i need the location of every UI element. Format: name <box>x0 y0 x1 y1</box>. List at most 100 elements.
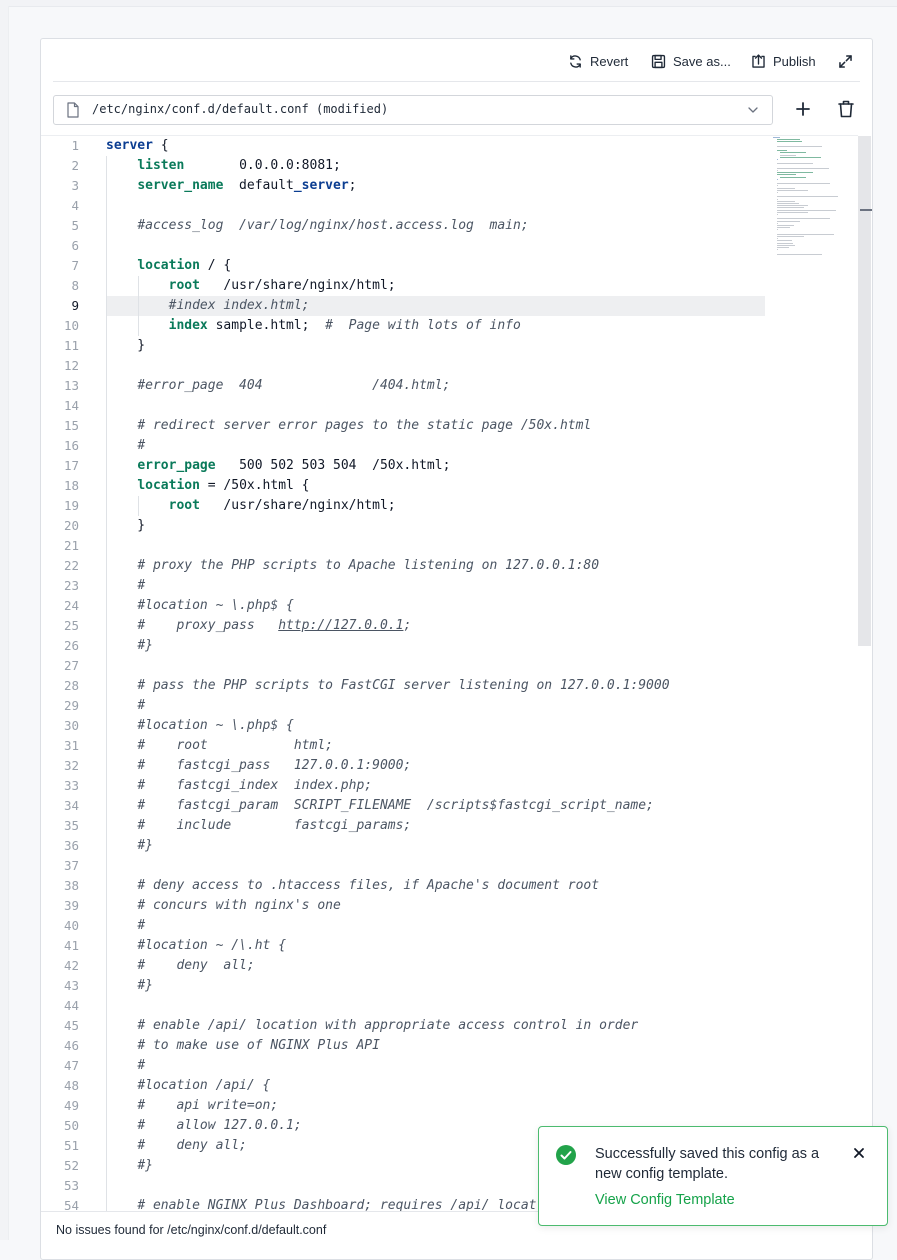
line-code: location = /50x.html { <box>137 478 310 493</box>
line-number: 9 <box>71 298 79 313</box>
code-line: 15 # redirect server error pages to the … <box>41 416 858 436</box>
minimap-line <box>776 187 795 189</box>
minimap-line <box>776 242 793 244</box>
minimap-line <box>776 211 809 213</box>
minimap-line <box>776 159 778 160</box>
minimap-line <box>776 236 805 237</box>
minimap-line <box>776 225 794 226</box>
close-icon[interactable] <box>851 1145 867 1161</box>
code-line: 47 # <box>41 1056 858 1076</box>
expand-button[interactable] <box>837 51 854 71</box>
file-path: /etc/nginx/conf.d/default.conf (modified… <box>92 102 389 116</box>
code-line: 1 server { <box>41 136 858 156</box>
line-number: 51 <box>63 1138 79 1153</box>
line-code: # <box>137 698 146 713</box>
minimap-line <box>776 203 800 204</box>
code-minimap[interactable] <box>771 135 861 295</box>
line-code: # include fastcgi_params; <box>137 818 412 833</box>
line-number: 28 <box>63 678 79 693</box>
line-number: 46 <box>63 1038 79 1053</box>
revert-button[interactable]: Revert <box>567 51 628 71</box>
line-code: #location /api/ { <box>137 1078 271 1093</box>
chevron-down-icon <box>748 107 758 113</box>
line-code: # <box>137 918 146 933</box>
code-line: 6 <box>41 236 858 256</box>
line-code: index sample.html; # Page with lots of i… <box>168 318 521 333</box>
line-number: 45 <box>63 1018 79 1033</box>
line-code: # concurs with nginx's one <box>137 898 341 913</box>
config-editor-panel: Revert Save as... Publish /etc/nginx/con… <box>40 38 873 1260</box>
code-line: 13 #error_page 404 /404.html; <box>41 376 858 396</box>
line-number: 43 <box>63 978 79 993</box>
view-config-template-link[interactable]: View Config Template <box>595 1192 735 1208</box>
minimap-line <box>776 218 830 220</box>
code-line: 19 root /usr/share/nginx/html; <box>41 496 858 516</box>
minimap-line <box>776 253 823 255</box>
code-line: 36 #} <box>41 836 858 856</box>
line-code: # deny all; <box>137 1138 247 1153</box>
minimap-line <box>776 227 791 229</box>
line-code: # deny all; <box>137 958 255 973</box>
line-code: location / { <box>137 258 232 273</box>
minimap-line <box>776 207 804 209</box>
minimap-line <box>776 174 797 176</box>
revert-icon <box>570 54 581 68</box>
delete-file-icon[interactable] <box>837 99 855 119</box>
code-line: 48 #location /api/ { <box>41 1076 858 1096</box>
line-number: 4 <box>71 198 79 213</box>
code-line: 20 } <box>41 516 858 536</box>
save-as-button[interactable]: Save as... <box>650 51 731 71</box>
line-code: # <box>137 578 146 593</box>
line-number: 24 <box>63 598 79 613</box>
code-line: 9 #index index.html; <box>41 296 858 316</box>
line-number: 35 <box>63 818 79 833</box>
toast-message: Successfully saved this config as a new … <box>595 1146 820 1182</box>
line-number: 32 <box>63 758 79 773</box>
minimap-line <box>780 176 807 178</box>
line-code: listen 0.0.0.0:8081; <box>137 158 341 173</box>
line-number: 34 <box>63 798 79 813</box>
code-line: 26 #} <box>41 636 858 656</box>
save-as-label: Save as... <box>673 53 731 69</box>
line-number: 39 <box>63 898 79 913</box>
minimap-line <box>776 220 800 222</box>
minimap-line <box>776 189 809 191</box>
line-number: 14 <box>63 398 79 413</box>
line-code: } <box>106 518 146 533</box>
editor-scrollbar[interactable] <box>858 136 871 646</box>
minimap-line <box>776 229 779 231</box>
code-editor[interactable]: 1 server {2 listen 0.0.0.0:8081; 3 server_… <box>41 135 858 1212</box>
line-code: root /usr/share/nginx/html; <box>168 498 396 513</box>
minimap-line <box>776 222 778 224</box>
code-line: 30 #location ~ \.php$ { <box>41 716 858 736</box>
line-code: #location ~ \.php$ { <box>137 718 294 733</box>
minimap-line <box>776 244 796 246</box>
code-line: 25 # proxy_pass http://127.0.0.1; <box>41 616 858 636</box>
line-code: # <box>137 1058 146 1073</box>
line-code: # <box>137 438 146 453</box>
add-file-icon[interactable] <box>793 99 813 119</box>
publish-label: Publish <box>773 53 816 69</box>
line-code: #} <box>137 978 153 993</box>
validation-message: No issues found for /etc/nginx/conf.d/de… <box>56 1223 327 1237</box>
publish-button[interactable]: Publish <box>750 51 816 71</box>
line-code: # pass the PHP scripts to FastCGI server… <box>137 678 670 693</box>
code-line: 39 # concurs with nginx's one <box>41 896 858 916</box>
line-number: 25 <box>63 618 79 633</box>
code-line: 17 error_page 500 502 503 504 /50x.html; <box>41 456 858 476</box>
toolbar-divider <box>53 81 860 82</box>
code-line: 12 <box>41 356 858 376</box>
minimap-line <box>776 139 800 141</box>
file-icon <box>67 102 79 118</box>
file-selector[interactable]: /etc/nginx/conf.d/default.conf (modified… <box>53 95 773 125</box>
minimap-line <box>776 214 779 215</box>
line-number: 31 <box>63 738 79 753</box>
expand-icon <box>839 54 852 68</box>
minimap-line <box>776 163 813 165</box>
code-line: 27 <box>41 656 858 676</box>
minimap-line <box>776 178 778 180</box>
save-icon <box>651 54 666 68</box>
code-line: 2 listen 0.0.0.0:8081; <box>41 156 858 176</box>
revert-label: Revert <box>590 53 629 69</box>
code-line: 21 <box>41 536 858 556</box>
